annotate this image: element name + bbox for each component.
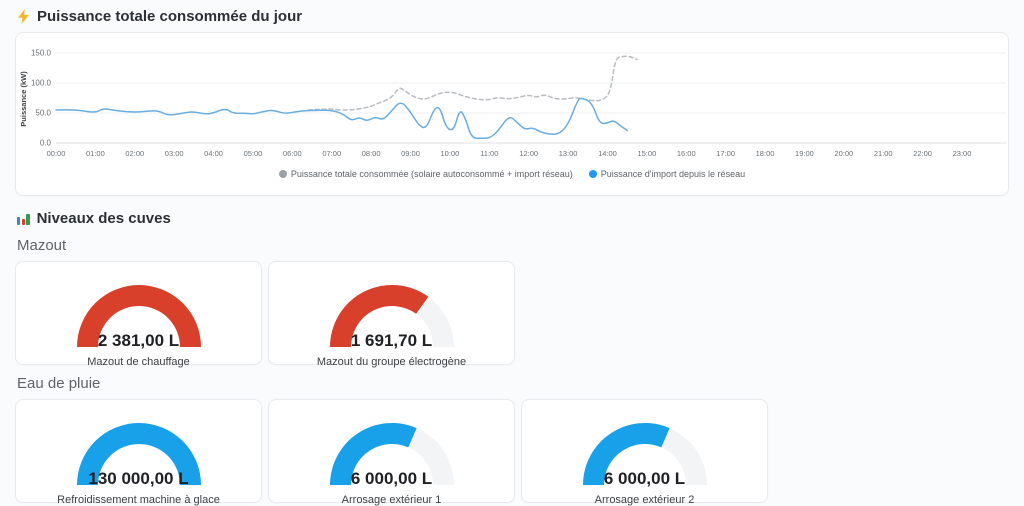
svg-text:07:00: 07:00 <box>322 149 341 158</box>
gauge-chart[interactable]: 6 000,00 L <box>570 412 720 486</box>
gauge-value: 6 000,00 L <box>277 469 507 489</box>
svg-text:04:00: 04:00 <box>204 149 223 158</box>
svg-text:13:00: 13:00 <box>559 149 578 158</box>
svg-text:50.0: 50.0 <box>35 109 51 118</box>
mazout-gauge-row: 2 381,00 L Mazout de chauffage 1 691,70 … <box>15 261 1009 365</box>
svg-text:00:00: 00:00 <box>47 149 66 158</box>
dashboard: Puissance totale consommée du jour 0.0 50… <box>0 0 1024 503</box>
gauge-chart[interactable]: 2 381,00 L <box>64 274 214 348</box>
gauge-chart[interactable]: 130 000,00 L <box>64 412 214 486</box>
svg-text:12:00: 12:00 <box>519 149 538 158</box>
svg-text:10:00: 10:00 <box>441 149 460 158</box>
svg-text:16:00: 16:00 <box>677 149 696 158</box>
svg-text:06:00: 06:00 <box>283 149 302 158</box>
eau-gauge-row: 130 000,00 L Refroidissement machine à g… <box>15 399 1009 503</box>
svg-text:22:00: 22:00 <box>913 149 932 158</box>
gauge-value: 130 000,00 L <box>24 469 254 489</box>
svg-text:150.0: 150.0 <box>31 49 52 58</box>
svg-text:09:00: 09:00 <box>401 149 420 158</box>
gauge-value: 6 000,00 L <box>530 469 760 489</box>
legend-item-total[interactable]: Puissance totale consommée (solaire auto… <box>279 169 573 179</box>
gauge-card-refroidissement: 130 000,00 L Refroidissement machine à g… <box>15 399 262 503</box>
gauge-card-mazout-groupe: 1 691,70 L Mazout du groupe électrogène <box>268 261 515 365</box>
chart-legend: Puissance totale consommée (solaire auto… <box>16 169 1008 179</box>
gauge-label: Mazout du groupe électrogène <box>317 356 466 368</box>
svg-text:18:00: 18:00 <box>756 149 775 158</box>
svg-text:14:00: 14:00 <box>598 149 617 158</box>
legend-label-total: Puissance totale consommée (solaire auto… <box>291 169 573 179</box>
svg-text:11:00: 11:00 <box>480 149 498 158</box>
svg-text:100.0: 100.0 <box>31 79 52 88</box>
svg-text:Puissance (kW): Puissance (kW) <box>19 71 28 127</box>
svg-text:23:00: 23:00 <box>953 149 972 158</box>
power-chart-card: 0.0 50.0 100.0 150.0 Puissance (kW) 00:00 01:0… <box>15 32 1009 196</box>
legend-label-import: Puissance d'import depuis le réseau <box>601 169 745 179</box>
svg-text:01:00: 01:00 <box>86 149 105 158</box>
legend-dot-blue <box>589 170 597 178</box>
svg-text:20:00: 20:00 <box>834 149 853 158</box>
gauge-chart[interactable]: 6 000,00 L <box>317 412 467 486</box>
gauge-chart[interactable]: 1 691,70 L <box>317 274 467 348</box>
power-section-header: Puissance totale consommée du jour <box>17 8 1009 25</box>
tanks-section-header: Niveaux des cuves <box>17 210 1009 227</box>
svg-text:03:00: 03:00 <box>165 149 184 158</box>
gauge-value: 1 691,70 L <box>277 331 507 351</box>
power-section-title: Puissance totale consommée du jour <box>37 8 302 25</box>
gauge-card-arrosage-2: 6 000,00 L Arrosage extérieur 2 <box>521 399 768 503</box>
tanks-section-title: Niveaux des cuves <box>37 210 171 227</box>
svg-text:19:00: 19:00 <box>795 149 814 158</box>
svg-text:05:00: 05:00 <box>244 149 263 158</box>
legend-item-import[interactable]: Puissance d'import depuis le réseau <box>589 169 745 179</box>
gauge-card-arrosage-1: 6 000,00 L Arrosage extérieur 1 <box>268 399 515 503</box>
svg-text:02:00: 02:00 <box>125 149 144 158</box>
group-label-mazout: Mazout <box>17 237 1009 254</box>
bar-chart-icon <box>17 212 30 225</box>
group-label-eau-de-pluie: Eau de pluie <box>17 375 1009 392</box>
gauge-value: 2 381,00 L <box>24 331 254 351</box>
svg-text:08:00: 08:00 <box>362 149 381 158</box>
svg-text:21:00: 21:00 <box>874 149 893 158</box>
svg-text:0.0: 0.0 <box>40 139 52 148</box>
svg-text:17:00: 17:00 <box>716 149 735 158</box>
lightning-icon <box>17 9 30 24</box>
svg-text:15:00: 15:00 <box>637 149 656 158</box>
power-line-chart[interactable]: 0.0 50.0 100.0 150.0 Puissance (kW) 00:00 01:0… <box>16 39 1006 167</box>
gauge-label: Mazout de chauffage <box>87 356 190 368</box>
legend-dot-gray <box>279 170 287 178</box>
gauge-card-mazout-chauffage: 2 381,00 L Mazout de chauffage <box>15 261 262 365</box>
